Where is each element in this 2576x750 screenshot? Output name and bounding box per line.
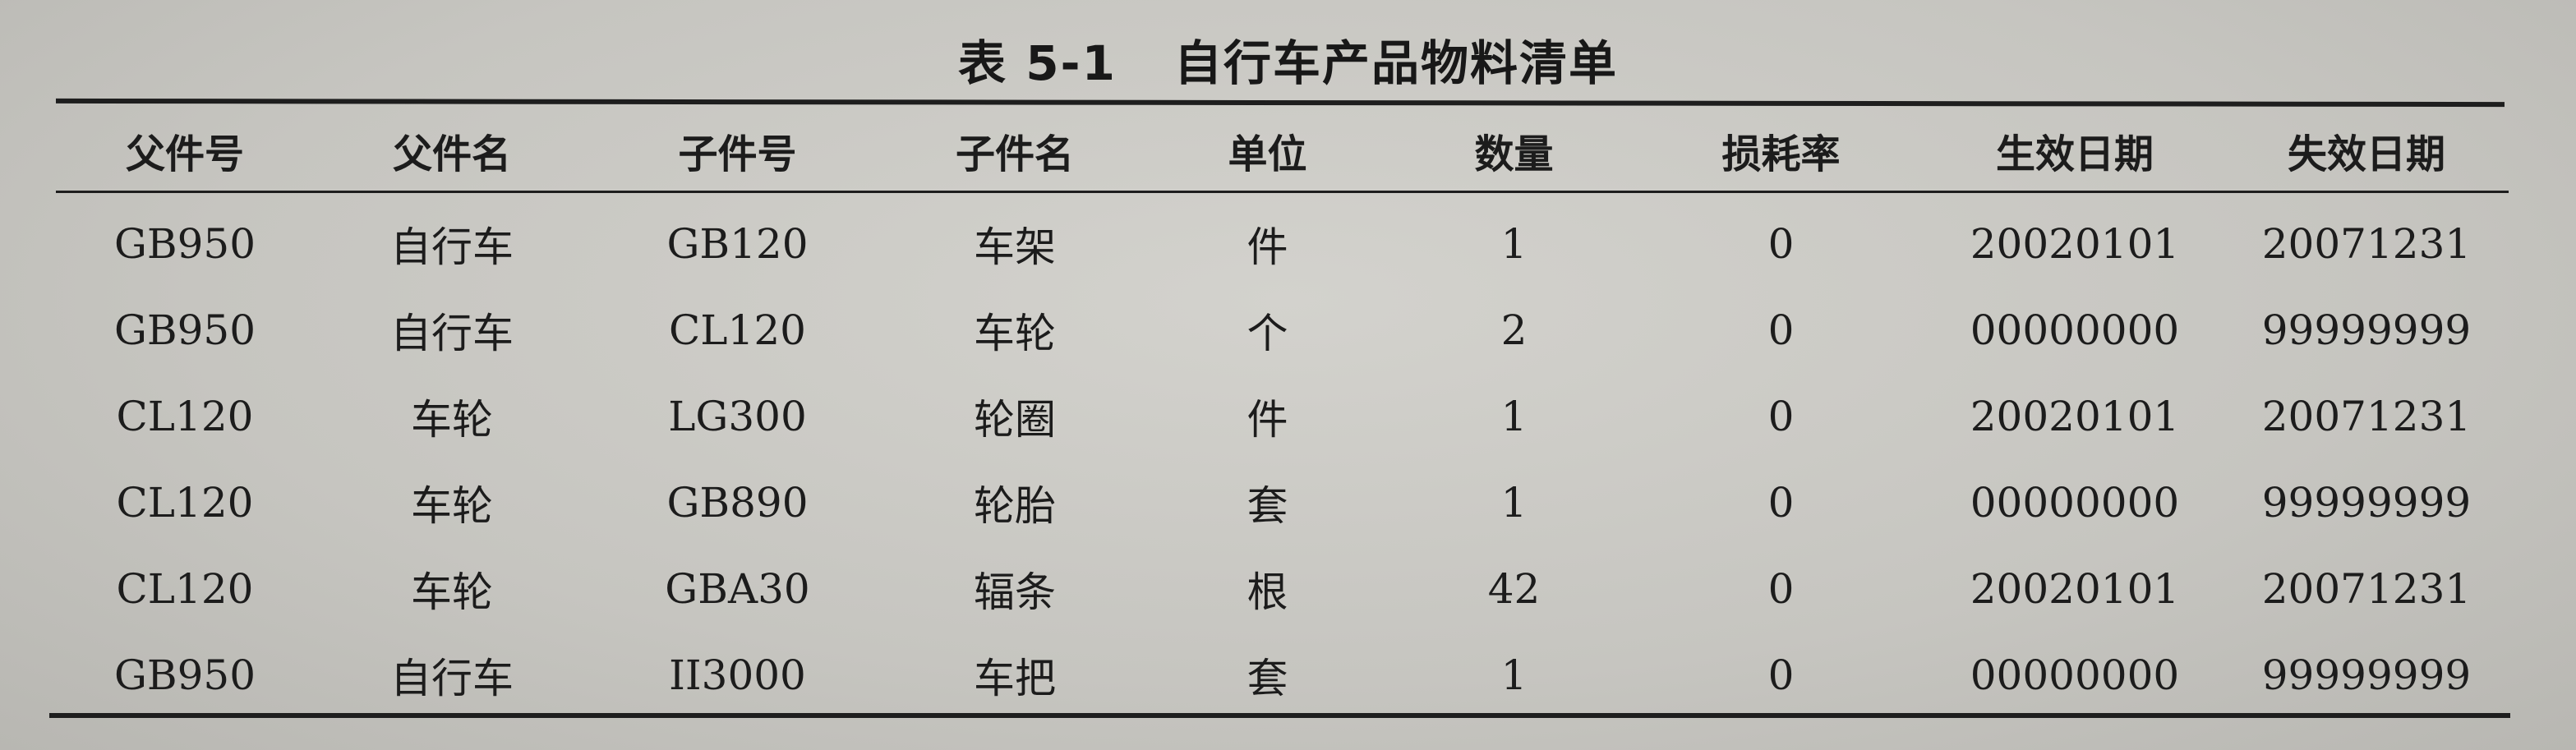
column-header: 失效日期 <box>2287 131 2445 177</box>
table-cell: CL120 <box>116 392 254 440</box>
table-cell: 0 <box>1767 392 1795 440</box>
table-row: CL120 车轮 GB890 轮胎 套 1 0 00000000 9999999… <box>58 459 2506 545</box>
column-header: 数量 <box>1474 131 1554 177</box>
column-header: 单位 <box>1228 131 1307 177</box>
table-cell: II3000 <box>669 651 806 699</box>
table-cell: 车把 <box>974 654 1056 702</box>
table-cell: 套 <box>1247 481 1288 530</box>
table-cell: 99999999 <box>2261 306 2472 354</box>
table-cell: GB890 <box>666 478 809 527</box>
table-cell: 0 <box>1767 219 1795 268</box>
table-cell: 车架 <box>974 223 1056 271</box>
column-header: 子件名 <box>955 131 1074 177</box>
column-header: 子件号 <box>678 131 797 177</box>
table-cell: 0 <box>1767 478 1795 527</box>
table-cell: GBA30 <box>665 564 810 613</box>
table-cell: 42 <box>1487 564 1541 613</box>
table-cell: 车轮 <box>411 568 493 616</box>
table-row: CL120 车轮 LG300 轮圈 件 1 0 20020101 2007123… <box>58 373 2506 459</box>
table-top-rule <box>55 98 2505 108</box>
table-cell: 0 <box>1767 306 1795 354</box>
table-cell: 1 <box>1500 392 1528 440</box>
table-cell: GB120 <box>666 219 809 268</box>
table-cell: 自行车 <box>390 654 514 702</box>
table-cell: 20020101 <box>1970 392 2180 440</box>
table-cell: 辐条 <box>974 568 1056 616</box>
table-header-row: 父件号 父件名 子件号 子件名 单位 数量 损耗率 生效日期 失效日期 <box>58 111 2506 189</box>
table-row: GB950 自行车 GB120 车架 件 1 0 20020101 200712… <box>58 189 2506 287</box>
table-cell: CL120 <box>116 564 254 613</box>
table-cell: GB950 <box>113 651 256 699</box>
table-cell: LG300 <box>668 392 807 440</box>
table-cell: 1 <box>1500 219 1528 268</box>
table-cell: 20071231 <box>2261 392 2472 440</box>
table-cell: 1 <box>1500 478 1528 527</box>
table-cell: 件 <box>1247 223 1288 271</box>
document-page: 表 5-1 自行车产品物料清单 父件号 父件名 子件号 子件名 单位 数量 损耗率 <box>0 0 2576 750</box>
table-cell: 00000000 <box>1970 478 2180 527</box>
table-cell: 00000000 <box>1970 306 2180 354</box>
table-cell: 2 <box>1500 306 1528 354</box>
table-cell: GB950 <box>113 219 256 268</box>
table-cell: 20071231 <box>2261 219 2472 268</box>
table-cell: 0 <box>1767 564 1795 613</box>
column-header: 父件号 <box>125 131 244 177</box>
table-number: 表 5-1 <box>958 35 1117 91</box>
table-cell: 车轮 <box>974 309 1056 357</box>
table-row: GB950 自行车 II3000 车把 套 1 0 00000000 99999… <box>58 632 2506 718</box>
table-cell: CL120 <box>669 306 806 354</box>
table-row: GB950 自行车 CL120 车轮 个 2 0 00000000 999999… <box>58 287 2506 373</box>
table-cell: CL120 <box>116 478 254 527</box>
table-cell: 0 <box>1767 651 1795 699</box>
table-cell: 车轮 <box>411 481 493 530</box>
table-cell: 自行车 <box>390 309 514 357</box>
table-cell: 20020101 <box>1970 219 2180 268</box>
column-header: 父件名 <box>392 131 511 177</box>
table-row: CL120 车轮 GBA30 辐条 根 42 0 20020101 200712… <box>58 545 2506 632</box>
table-cell: 轮胎 <box>974 481 1056 530</box>
table-caption: 表 5-1 自行车产品物料清单 <box>0 25 2576 94</box>
table-cell: 自行车 <box>390 223 514 271</box>
table-cell: 轮圈 <box>974 395 1056 444</box>
column-header: 损耗率 <box>1721 131 1841 177</box>
table-cell: 1 <box>1500 651 1528 699</box>
table-cell: 套 <box>1247 654 1288 702</box>
bom-table: 父件号 父件名 子件号 子件名 单位 数量 损耗率 生效日期 失效日期 GB95… <box>58 111 2506 718</box>
table-cell: 99999999 <box>2261 651 2472 699</box>
column-header: 生效日期 <box>1995 131 2154 177</box>
table-cell: 个 <box>1247 309 1288 357</box>
table-cell: 00000000 <box>1970 651 2180 699</box>
table-title: 自行车产品物料清单 <box>1173 35 1618 91</box>
table-cell: 车轮 <box>411 395 493 444</box>
table-cell: GB950 <box>113 306 256 354</box>
table-cell: 99999999 <box>2261 478 2472 527</box>
table-cell: 20020101 <box>1970 564 2180 613</box>
table-cell: 根 <box>1247 568 1288 616</box>
table-cell: 20071231 <box>2261 564 2472 613</box>
table-cell: 件 <box>1247 395 1288 444</box>
